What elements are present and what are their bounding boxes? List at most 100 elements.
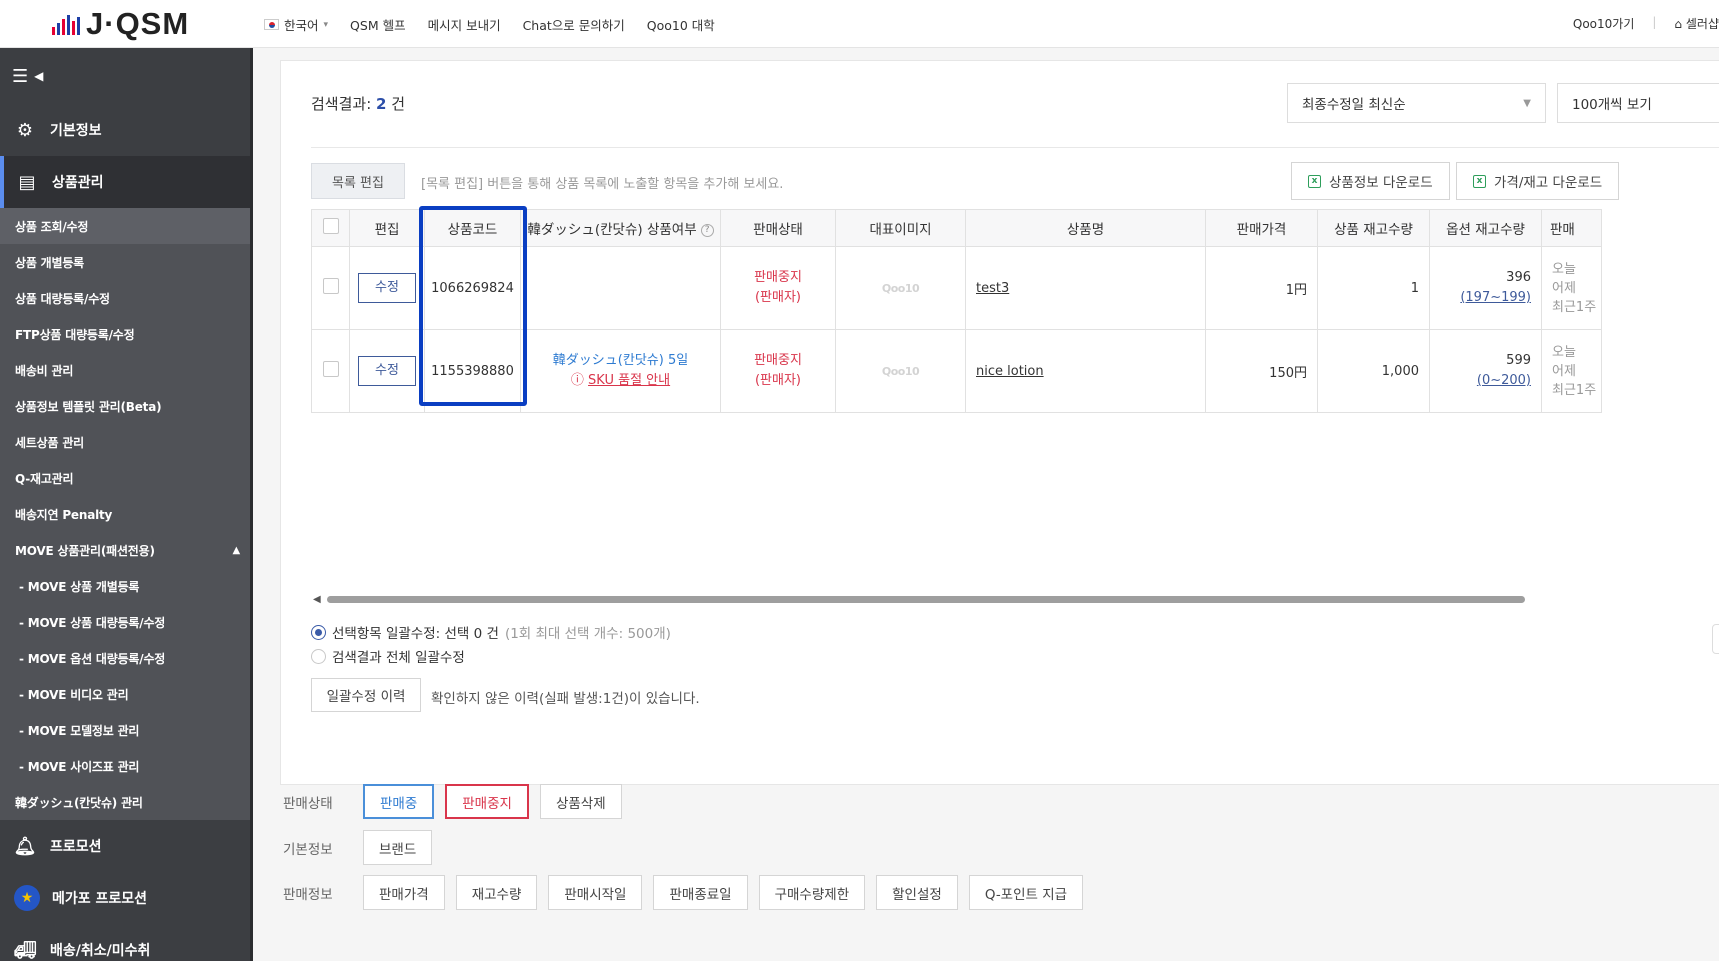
alert-circle-icon: ⓘ: [570, 373, 584, 388]
product-submenu: 상품 조회/수정 상품 개별등록 상품 대량등록/수정 FTP상품 대량등록/수…: [0, 208, 250, 820]
qoo10-placeholder-image: Qoo10: [881, 364, 920, 378]
sort-select[interactable]: 최종수정일 최신순 ▼: [1287, 83, 1546, 123]
language-select[interactable]: 한국어 ▾: [264, 15, 328, 34]
nav-qsm-help[interactable]: QSM 헬프: [350, 15, 406, 34]
language-label: 한국어: [284, 18, 319, 33]
sidebar-item-basic-info[interactable]: ⚙ 기본정보: [0, 104, 250, 156]
sidebar-sub-item[interactable]: Q-재고관리: [0, 460, 250, 496]
filter-discount-button[interactable]: 할인설정: [876, 875, 958, 910]
sidebar-item-mega-promotion[interactable]: ★ 메가포 프로모션: [0, 872, 250, 924]
product-name-link[interactable]: test3: [976, 281, 1009, 296]
edit-list-button[interactable]: 목록 편집: [311, 163, 405, 199]
scroll-left-arrow-icon[interactable]: ◀: [313, 594, 321, 605]
sidebar-toggle[interactable]: ☰ ◀: [0, 48, 250, 104]
bulk-all-radio[interactable]: [311, 648, 326, 664]
sidebar-sub-item[interactable]: - MOVE 상품 대량등록/수정: [0, 604, 250, 640]
column-header: 옵션 재고수량: [1429, 209, 1542, 247]
filter-start-date-button[interactable]: 판매시작일: [548, 875, 643, 910]
results-card: 검색결과: 2 건 최종수정일 최신순 ▼ 100개씩 보기 목록 편집 [목록…: [280, 60, 1719, 785]
sort-select-value: 최종수정일 최신순: [1302, 97, 1406, 113]
excel-icon: x: [1473, 174, 1486, 188]
option-stock-range-link[interactable]: (197~199): [1430, 288, 1531, 308]
nav-chat-inquiry[interactable]: Chat으로 문의하기: [523, 15, 625, 34]
filter-brand-button[interactable]: 브랜드: [363, 830, 433, 865]
sidebar-item-label: 배송/취소/미수취: [50, 943, 151, 959]
bulk-selected-option[interactable]: 선택항목 일괄수정: 선택 0 건 (1회 최대 선택 개수: 500개): [311, 622, 671, 642]
name-cell: nice lotion: [965, 329, 1206, 413]
sales-period-cell: 오늘 어제 최근1주: [1541, 246, 1602, 330]
product-info-download-button[interactable]: x 상품정보 다운로드: [1291, 162, 1450, 200]
result-unit: 건: [391, 95, 406, 113]
chevron-down-icon: ▼: [1523, 97, 1531, 109]
horizontal-scrollbar[interactable]: ◀: [311, 593, 1719, 605]
filter-stock-button[interactable]: 재고수량: [455, 875, 538, 910]
help-icon[interactable]: ?: [700, 223, 714, 237]
filter-on-sale-button[interactable]: 판매중: [363, 784, 435, 819]
sidebar-sub-item[interactable]: 세트상품 관리: [0, 424, 250, 460]
sidebar-sub-item[interactable]: 상품 조회/수정: [0, 208, 250, 244]
sidebar-sub-item[interactable]: 배송비 관리: [0, 352, 250, 388]
bulk-selected-radio[interactable]: [311, 624, 326, 640]
product-code-highlight-box: [419, 206, 527, 406]
filter-label: 판매상태: [283, 795, 333, 812]
sidebar-sub-item[interactable]: 韓ダッシュ(칸닷슈) 관리: [0, 784, 250, 820]
sidebar-sub-item[interactable]: 상품정보 템플릿 관리(Beta): [0, 388, 250, 424]
sku-notice[interactable]: ⓘ SKU 품절 안내: [521, 371, 720, 391]
sidebar-item-label: 프로모션: [50, 839, 102, 855]
column-header-label: 韓ダッシュ(칸닷슈) 상품여부: [527, 222, 697, 238]
option-stock-range-link[interactable]: (0~200): [1430, 371, 1531, 391]
period-last-week: 최근1주: [1552, 382, 1597, 398]
sidebar-sub-item[interactable]: - MOVE 상품 개별등록: [0, 568, 250, 604]
sidebar-item-label: 메가포 프로모션: [52, 891, 148, 907]
row-checkbox[interactable]: [322, 361, 339, 377]
price-cell: 150円: [1205, 329, 1318, 413]
go-qoo10-link[interactable]: Qoo10가기: [1573, 15, 1634, 32]
sidebar-sub-item[interactable]: 배송지연 Penalty: [0, 496, 250, 532]
scrollbar-thumb[interactable]: [327, 596, 1525, 603]
edit-list-hint: [목록 편집] 버튼을 통해 상품 목록에 노출할 항목을 추가해 보세요.: [421, 177, 784, 192]
edit-row-button[interactable]: 수정: [358, 356, 416, 386]
header-select-all[interactable]: [311, 209, 350, 247]
filter-price-button[interactable]: 판매가격: [363, 875, 445, 910]
gear-icon: ⚙: [16, 119, 34, 141]
stock-cell: 1: [1317, 246, 1430, 330]
sidebar-item-product-management[interactable]: ▤ 상품관리: [0, 156, 250, 208]
column-header: 상품 재고수량: [1317, 209, 1430, 247]
sidebar-sub-item[interactable]: 상품 대량등록/수정: [0, 280, 250, 316]
edit-row-button[interactable]: 수정: [358, 273, 416, 303]
select-all-checkbox[interactable]: [322, 218, 339, 234]
row-checkbox[interactable]: [322, 278, 339, 294]
nav-qoo10-university[interactable]: Qoo10 대학: [647, 15, 715, 34]
sidebar-sub-item[interactable]: - MOVE 비디오 관리: [0, 676, 250, 712]
bulk-all-option[interactable]: 검색결과 전체 일괄수정: [311, 646, 465, 666]
filter-stop-sale-button[interactable]: 판매중지: [445, 784, 529, 819]
sku-notice-link[interactable]: SKU 품절 안내: [588, 373, 670, 388]
page-size-select[interactable]: 100개씩 보기: [1557, 83, 1719, 123]
price-stock-download-button[interactable]: x 가격/재고 다운로드: [1456, 162, 1620, 200]
nav-send-message[interactable]: 메시지 보내기: [428, 15, 501, 34]
filter-label: 판매정보: [283, 886, 333, 903]
product-name-link[interactable]: nice lotion: [976, 364, 1044, 379]
sidebar-sub-item[interactable]: - MOVE 사이즈표 관리: [0, 748, 250, 784]
column-header: 대표이미지: [835, 209, 966, 247]
filter-qpoint-button[interactable]: Q-포인트 지급: [968, 875, 1084, 910]
sidebar-sub-item[interactable]: 상품 개별등록: [0, 244, 250, 280]
sidebar-sub-item[interactable]: - MOVE 모델정보 관리: [0, 712, 250, 748]
caret-up-icon: ▲: [232, 544, 241, 556]
filter-delete-button[interactable]: 상품삭제: [539, 784, 622, 819]
seller-shop-link[interactable]: ⌂ 셀러샵: [1674, 15, 1719, 32]
top-bar: J·QSM 한국어 ▾ QSM 헬프 메시지 보내기 Chat으로 문의하기 Q…: [0, 0, 1719, 48]
filter-purchase-limit-button[interactable]: 구매수량제한: [758, 875, 866, 910]
sidebar-sub-item-move[interactable]: MOVE 상품관리(패션전용) ▲: [0, 532, 250, 568]
sidebar-item-shipping[interactable]: 🚚︎ 배송/취소/미수취: [0, 924, 250, 976]
sidebar-sub-item[interactable]: - MOVE 옵션 대량등록/수정: [0, 640, 250, 676]
bulk-history-button[interactable]: 일괄수정 이력: [311, 678, 421, 712]
filter-end-date-button[interactable]: 판매종료일: [653, 875, 748, 910]
chevron-left-icon[interactable]: ‹: [1712, 624, 1719, 654]
sidebar-item-promotion[interactable]: 🔔︎ 프로모션: [0, 820, 250, 872]
dash-cell: 韓ダッシュ(칸닷슈) 5일 ⓘ SKU 품절 안내: [520, 329, 721, 413]
sidebar-sub-item[interactable]: FTP상품 대량등록/수정: [0, 316, 250, 352]
status-cell: 판매중지 (판매자): [720, 246, 836, 330]
separator: |: [1652, 15, 1657, 29]
jqsm-logo[interactable]: J·QSM: [52, 6, 189, 42]
